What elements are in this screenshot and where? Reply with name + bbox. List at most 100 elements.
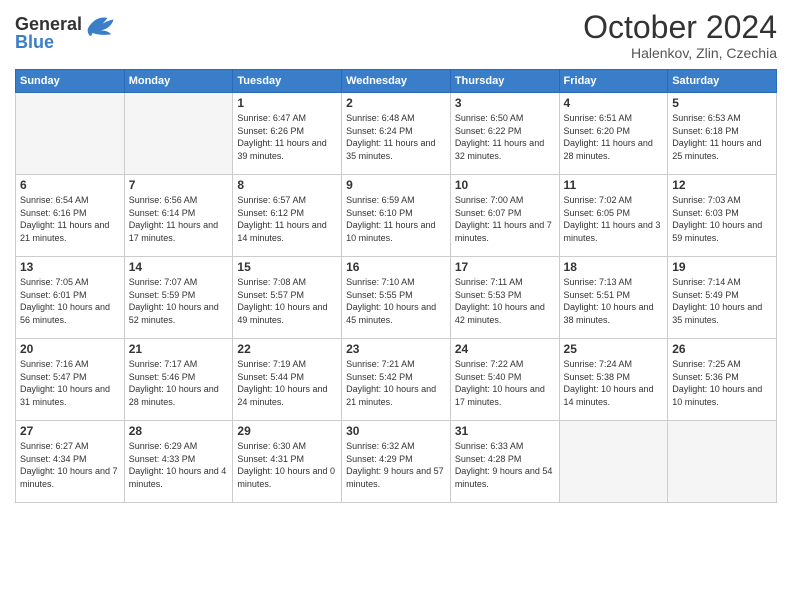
day-info: Sunrise: 6:30 AM Sunset: 4:31 PM Dayligh… (237, 440, 337, 490)
day-number: 23 (346, 342, 446, 356)
day-info: Sunrise: 7:10 AM Sunset: 5:55 PM Dayligh… (346, 276, 446, 326)
day-info: Sunrise: 6:59 AM Sunset: 6:10 PM Dayligh… (346, 194, 446, 244)
calendar-cell: 25 Sunrise: 7:24 AM Sunset: 5:38 PM Dayli… (559, 339, 668, 421)
calendar-cell: 20 Sunrise: 7:16 AM Sunset: 5:47 PM Dayli… (16, 339, 125, 421)
calendar-cell: 12 Sunrise: 7:03 AM Sunset: 6:03 PM Dayli… (668, 175, 777, 257)
day-number: 21 (129, 342, 229, 356)
day-number: 14 (129, 260, 229, 274)
day-info: Sunrise: 7:07 AM Sunset: 5:59 PM Dayligh… (129, 276, 229, 326)
month-title: October 2024 (583, 10, 777, 45)
calendar-cell: 22Sunrise: 7:19 AM Sunset: 5:44 PM Dayli… (233, 339, 342, 421)
day-info: Sunrise: 7:16 AM Sunset: 5:47 PM Dayligh… (20, 358, 120, 408)
day-number: 24 (455, 342, 555, 356)
calendar-cell: 29 Sunrise: 6:30 AM Sunset: 4:31 PM Dayli… (233, 421, 342, 503)
day-number: 5 (672, 96, 772, 110)
calendar-cell: 5 Sunrise: 6:53 AM Sunset: 6:18 PM Daylig… (668, 93, 777, 175)
calendar-cell (16, 93, 125, 175)
day-number: 13 (20, 260, 120, 274)
weekday-header-wednesday: Wednesday (342, 70, 451, 93)
calendar-cell (124, 93, 233, 175)
day-number: 30 (346, 424, 446, 438)
day-number: 10 (455, 178, 555, 192)
calendar-cell: 1Sunrise: 6:47 AM Sunset: 6:26 PM Daylig… (233, 93, 342, 175)
day-info: Sunrise: 6:32 AM Sunset: 4:29 PM Dayligh… (346, 440, 446, 490)
day-info: Sunrise: 7:08 AM Sunset: 5:57 PM Dayligh… (237, 276, 337, 326)
calendar-cell: 4Sunrise: 6:51 AM Sunset: 6:20 PM Daylig… (559, 93, 668, 175)
day-info: Sunrise: 6:53 AM Sunset: 6:18 PM Dayligh… (672, 112, 772, 162)
day-info: Sunrise: 7:24 AM Sunset: 5:38 PM Dayligh… (564, 358, 664, 408)
location: Halenkov, Zlin, Czechia (583, 45, 777, 61)
calendar-cell: 31 Sunrise: 6:33 AM Sunset: 4:28 PM Dayli… (450, 421, 559, 503)
calendar-cell: 8 Sunrise: 6:57 AM Sunset: 6:12 PM Daylig… (233, 175, 342, 257)
day-number: 19 (672, 260, 772, 274)
day-number: 17 (455, 260, 555, 274)
calendar-cell: 2Sunrise: 6:48 AM Sunset: 6:24 PM Daylig… (342, 93, 451, 175)
day-number: 18 (564, 260, 664, 274)
day-number: 15 (237, 260, 337, 274)
day-info: Sunrise: 7:03 AM Sunset: 6:03 PM Dayligh… (672, 194, 772, 244)
calendar-cell: 14 Sunrise: 7:07 AM Sunset: 5:59 PM Dayli… (124, 257, 233, 339)
calendar-cell: 3Sunrise: 6:50 AM Sunset: 6:22 PM Daylig… (450, 93, 559, 175)
title-block: October 2024 Halenkov, Zlin, Czechia (583, 10, 777, 61)
calendar-cell: 11 Sunrise: 7:02 AM Sunset: 6:05 PM Dayli… (559, 175, 668, 257)
day-info: Sunrise: 7:25 AM Sunset: 5:36 PM Dayligh… (672, 358, 772, 408)
calendar-cell: 13 Sunrise: 7:05 AM Sunset: 6:01 PM Dayli… (16, 257, 125, 339)
calendar-cell: 30 Sunrise: 6:32 AM Sunset: 4:29 PM Dayli… (342, 421, 451, 503)
week-row-4: 20 Sunrise: 7:16 AM Sunset: 5:47 PM Dayli… (16, 339, 777, 421)
day-number: 26 (672, 342, 772, 356)
day-info: Sunrise: 6:33 AM Sunset: 4:28 PM Dayligh… (455, 440, 555, 490)
day-number: 2 (346, 96, 446, 110)
day-number: 8 (237, 178, 337, 192)
day-info: Sunrise: 7:05 AM Sunset: 6:01 PM Dayligh… (20, 276, 120, 326)
weekday-header-row: SundayMondayTuesdayWednesdayThursdayFrid… (16, 70, 777, 93)
week-row-1: 1Sunrise: 6:47 AM Sunset: 6:26 PM Daylig… (16, 93, 777, 175)
day-info: Sunrise: 6:54 AM Sunset: 6:16 PM Dayligh… (20, 194, 120, 244)
calendar-cell: 15 Sunrise: 7:08 AM Sunset: 5:57 PM Dayli… (233, 257, 342, 339)
calendar-cell: 10 Sunrise: 7:00 AM Sunset: 6:07 PM Dayli… (450, 175, 559, 257)
day-number: 12 (672, 178, 772, 192)
day-info: Sunrise: 7:21 AM Sunset: 5:42 PM Dayligh… (346, 358, 446, 408)
calendar-cell: 21 Sunrise: 7:17 AM Sunset: 5:46 PM Dayli… (124, 339, 233, 421)
week-row-5: 27Sunrise: 6:27 AM Sunset: 4:34 PM Dayli… (16, 421, 777, 503)
calendar-cell: 26 Sunrise: 7:25 AM Sunset: 5:36 PM Dayli… (668, 339, 777, 421)
calendar-cell: 23 Sunrise: 7:21 AM Sunset: 5:42 PM Dayli… (342, 339, 451, 421)
day-number: 11 (564, 178, 664, 192)
day-info: Sunrise: 6:50 AM Sunset: 6:22 PM Dayligh… (455, 112, 555, 162)
weekday-header-friday: Friday (559, 70, 668, 93)
calendar-cell: 19 Sunrise: 7:14 AM Sunset: 5:49 PM Dayli… (668, 257, 777, 339)
day-number: 20 (20, 342, 120, 356)
day-number: 25 (564, 342, 664, 356)
weekday-header-saturday: Saturday (668, 70, 777, 93)
day-number: 1 (237, 96, 337, 110)
calendar-table: SundayMondayTuesdayWednesdayThursdayFrid… (15, 69, 777, 503)
day-info: Sunrise: 6:27 AM Sunset: 4:34 PM Dayligh… (20, 440, 120, 490)
logo: General Blue (15, 10, 115, 53)
day-info: Sunrise: 7:00 AM Sunset: 6:07 PM Dayligh… (455, 194, 555, 244)
day-info: Sunrise: 7:13 AM Sunset: 5:51 PM Dayligh… (564, 276, 664, 326)
calendar-cell: 27Sunrise: 6:27 AM Sunset: 4:34 PM Dayli… (16, 421, 125, 503)
day-info: Sunrise: 7:02 AM Sunset: 6:05 PM Dayligh… (564, 194, 664, 244)
page-container: General Blue October 2024 Halenkov, Zlin… (0, 0, 792, 508)
day-number: 31 (455, 424, 555, 438)
day-info: Sunrise: 7:11 AM Sunset: 5:53 PM Dayligh… (455, 276, 555, 326)
calendar-cell: 28 Sunrise: 6:29 AM Sunset: 4:33 PM Dayli… (124, 421, 233, 503)
weekday-header-thursday: Thursday (450, 70, 559, 93)
week-row-2: 6Sunrise: 6:54 AM Sunset: 6:16 PM Daylig… (16, 175, 777, 257)
day-info: Sunrise: 7:22 AM Sunset: 5:40 PM Dayligh… (455, 358, 555, 408)
day-info: Sunrise: 7:14 AM Sunset: 5:49 PM Dayligh… (672, 276, 772, 326)
day-number: 16 (346, 260, 446, 274)
day-info: Sunrise: 7:19 AM Sunset: 5:44 PM Dayligh… (237, 358, 337, 408)
calendar-cell: 16 Sunrise: 7:10 AM Sunset: 5:55 PM Dayli… (342, 257, 451, 339)
calendar-cell: 17 Sunrise: 7:11 AM Sunset: 5:53 PM Dayli… (450, 257, 559, 339)
calendar-cell: 24 Sunrise: 7:22 AM Sunset: 5:40 PM Dayli… (450, 339, 559, 421)
logo-bird-icon (85, 10, 115, 40)
calendar-cell (559, 421, 668, 503)
calendar-cell: 18 Sunrise: 7:13 AM Sunset: 5:51 PM Dayli… (559, 257, 668, 339)
day-info: Sunrise: 6:57 AM Sunset: 6:12 PM Dayligh… (237, 194, 337, 244)
day-number: 7 (129, 178, 229, 192)
day-info: Sunrise: 6:56 AM Sunset: 6:14 PM Dayligh… (129, 194, 229, 244)
day-info: Sunrise: 6:29 AM Sunset: 4:33 PM Dayligh… (129, 440, 229, 490)
day-number: 29 (237, 424, 337, 438)
day-number: 28 (129, 424, 229, 438)
day-info: Sunrise: 7:17 AM Sunset: 5:46 PM Dayligh… (129, 358, 229, 408)
